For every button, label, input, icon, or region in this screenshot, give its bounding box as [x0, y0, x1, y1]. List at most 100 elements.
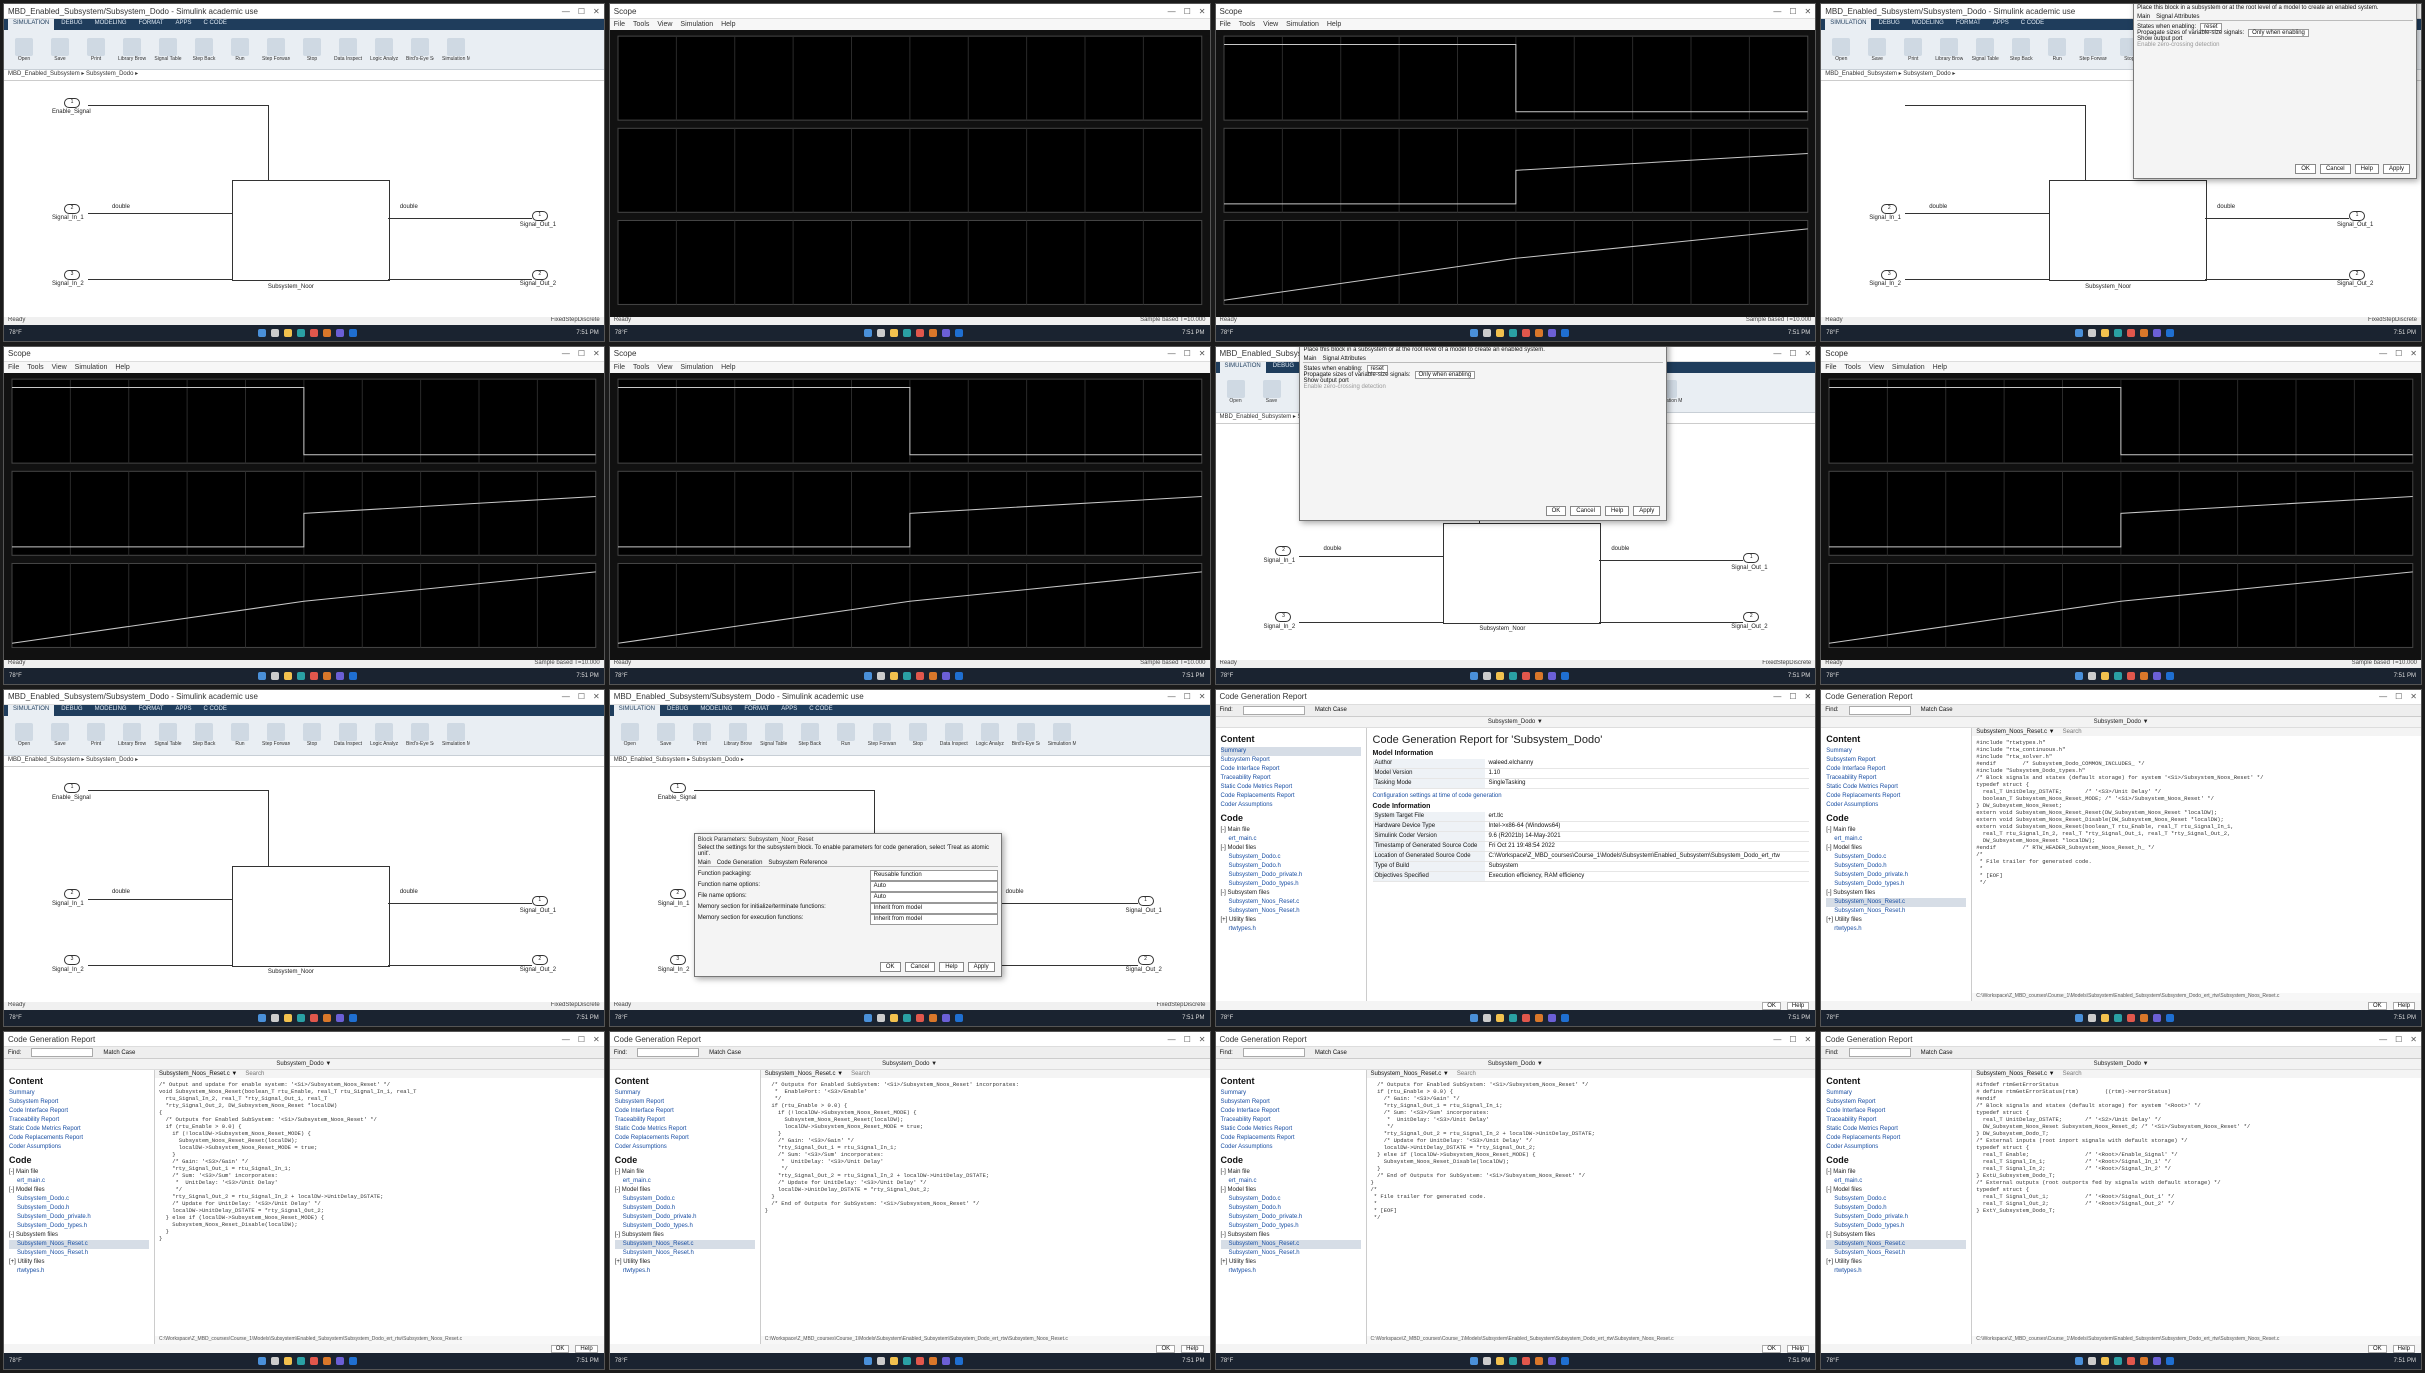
minimize-icon[interactable]: — [1168, 349, 1176, 358]
code-search[interactable]: Search [245, 1071, 264, 1077]
search-icon[interactable] [271, 671, 280, 680]
subsystem-block[interactable] [231, 865, 390, 967]
chrome-icon[interactable] [1521, 1014, 1530, 1023]
close-icon[interactable]: ✕ [1199, 1035, 1206, 1044]
ribbon-button[interactable]: Stop [298, 723, 326, 747]
nav-file-link[interactable]: rtwtypes.h [1826, 1267, 1966, 1276]
nav-file-link[interactable]: Subsystem_Noos_Reset.c [614, 1240, 755, 1250]
apply-button[interactable]: Apply [2382, 163, 2410, 174]
subsystem-block[interactable] [231, 180, 390, 281]
tab-simulation[interactable]: SIMULATION [613, 704, 660, 716]
ok-button[interactable]: OK [2295, 163, 2316, 174]
chrome-icon[interactable] [310, 671, 319, 680]
teams-icon[interactable] [336, 1357, 345, 1365]
nav-file-link[interactable]: ert_main.c [1221, 835, 1361, 844]
menu-tools[interactable]: Tools [1239, 21, 1255, 28]
chrome-icon[interactable] [1521, 1357, 1530, 1365]
taskbar-clock[interactable]: 7:51 PM [1182, 673, 1204, 679]
teams-icon[interactable] [941, 1014, 950, 1023]
inport-2[interactable]: 3 [669, 955, 686, 966]
weather-widget[interactable]: 78°F [1826, 1015, 1856, 1021]
find-input[interactable] [31, 1048, 94, 1058]
tab-c-code[interactable]: C CODE [804, 705, 837, 716]
signal-line[interactable] [1905, 213, 2050, 215]
search-icon[interactable] [876, 1014, 885, 1023]
minimize-icon[interactable]: — [1773, 349, 1781, 358]
matlab-icon[interactable] [1534, 328, 1543, 337]
ribbon-button[interactable]: Step Forward [868, 723, 896, 747]
nav-link[interactable]: Traceability Report [1826, 1116, 1966, 1125]
outlook-icon[interactable] [1560, 1014, 1569, 1023]
nav-file-link[interactable]: [+] Utility files [1221, 1258, 1361, 1267]
ribbon-button[interactable]: Step Back [190, 37, 218, 62]
outlook-icon[interactable] [1560, 671, 1569, 680]
code-view[interactable]: /* Outputs for Enabled SubSystem: '<S1>/… [761, 1078, 1210, 1336]
model-selector[interactable]: Subsystem_Dodo ▼ [4, 1059, 604, 1071]
help-button[interactable]: Help [2354, 163, 2379, 174]
search-icon[interactable] [271, 1357, 280, 1365]
config-settings-link[interactable]: Configuration settings at time of code g… [1373, 793, 1810, 799]
close-icon[interactable]: ✕ [1805, 7, 1812, 16]
taskbar-clock[interactable]: 7:51 PM [576, 1015, 598, 1021]
nav-link[interactable]: Subsystem Report [615, 1098, 755, 1107]
weather-widget[interactable]: 78°F [1826, 673, 1856, 679]
nav-link[interactable]: Coder Assumptions [1221, 1143, 1361, 1152]
teams-icon[interactable] [2153, 671, 2162, 680]
nav-link[interactable]: Coder Assumptions [615, 1143, 755, 1152]
scope-display[interactable] [1821, 372, 2421, 660]
minimize-icon[interactable]: — [562, 692, 570, 701]
nav-file-link[interactable]: Subsystem_Noos_Reset.h [615, 1249, 755, 1258]
menu-view[interactable]: View [657, 364, 672, 371]
nav-file-link[interactable]: Subsystem_Dodo.c [9, 1195, 149, 1204]
file-explorer-icon[interactable] [2101, 1014, 2110, 1023]
matlab-icon[interactable] [1534, 1357, 1543, 1365]
dialog-tab[interactable]: Code Generation [717, 860, 763, 866]
signal-line[interactable] [87, 790, 268, 792]
ribbon-button[interactable]: Logic Analyzer [370, 723, 398, 747]
file-explorer-icon[interactable] [1495, 328, 1504, 337]
minimize-icon[interactable]: — [562, 1035, 570, 1044]
nav-file-link[interactable]: Subsystem_Dodo_types.h [1826, 880, 1966, 889]
search-icon[interactable] [876, 1357, 885, 1365]
chrome-icon[interactable] [915, 1357, 924, 1365]
signal-line[interactable] [1905, 104, 2086, 106]
search-icon[interactable] [2088, 1357, 2097, 1365]
inport-1[interactable]: 2 [63, 203, 80, 214]
nav-file-link[interactable]: Subsystem_Dodo_private.h [615, 1213, 755, 1222]
nav-file-link[interactable]: Subsystem_Dodo.c [1221, 1195, 1361, 1204]
model-breadcrumb[interactable]: MBD_Enabled_Subsystem ▸ Subsystem_Dodo ▸ [4, 70, 604, 81]
tab-apps[interactable]: APPS [1988, 19, 2014, 30]
start-icon[interactable] [258, 671, 267, 680]
ribbon-button[interactable]: Run [226, 37, 254, 62]
minimize-icon[interactable]: — [2379, 692, 2387, 701]
code-view[interactable]: #ifndef rtmGetErrorStatus # define rtmGet… [1972, 1078, 2421, 1336]
outport-1[interactable]: 1 [2349, 210, 2366, 221]
tab-modeling[interactable]: MODELING [90, 705, 132, 716]
nav-file-link[interactable]: [-] Model files [1221, 844, 1361, 853]
menu-view[interactable]: View [1869, 364, 1884, 371]
model-breadcrumb[interactable]: MBD_Enabled_Subsystem ▸ Subsystem_Dodo ▸ [609, 755, 1210, 767]
maximize-icon[interactable]: ☐ [1789, 692, 1796, 701]
ok-button[interactable]: OK [1156, 1344, 1176, 1353]
nav-file-link[interactable]: Subsystem_Dodo_types.h [9, 1222, 149, 1231]
file-explorer-icon[interactable] [284, 1014, 293, 1023]
maximize-icon[interactable]: ☐ [578, 1035, 585, 1044]
outport-2[interactable]: 2 [531, 955, 548, 966]
nav-link[interactable]: Code Replacements Report [1826, 1134, 1966, 1143]
menu-help[interactable]: Help [1327, 21, 1341, 28]
dialog-tab[interactable]: Main [1303, 356, 1316, 362]
outlook-icon[interactable] [349, 328, 358, 337]
match-case-checkbox[interactable]: Match Case [1315, 707, 1347, 713]
propagate-dropdown[interactable]: Only when enabling [2248, 28, 2309, 37]
nav-link[interactable]: Traceability Report [1826, 774, 1966, 783]
nav-file-link[interactable]: ert_main.c [9, 1177, 149, 1186]
nav-file-link[interactable]: Subsystem_Dodo.h [1221, 1204, 1361, 1213]
menu-view[interactable]: View [1263, 21, 1278, 28]
ok-button[interactable]: OK [1762, 1001, 1781, 1010]
chrome-icon[interactable] [310, 1357, 319, 1365]
ribbon-button[interactable]: Simulation Manager [1048, 723, 1076, 747]
outlook-icon[interactable] [2166, 1357, 2175, 1365]
search-icon[interactable] [1482, 1357, 1491, 1365]
taskbar-clock[interactable]: 7:51 PM [1788, 330, 1810, 336]
menu-simulation[interactable]: Simulation [1892, 364, 1925, 371]
